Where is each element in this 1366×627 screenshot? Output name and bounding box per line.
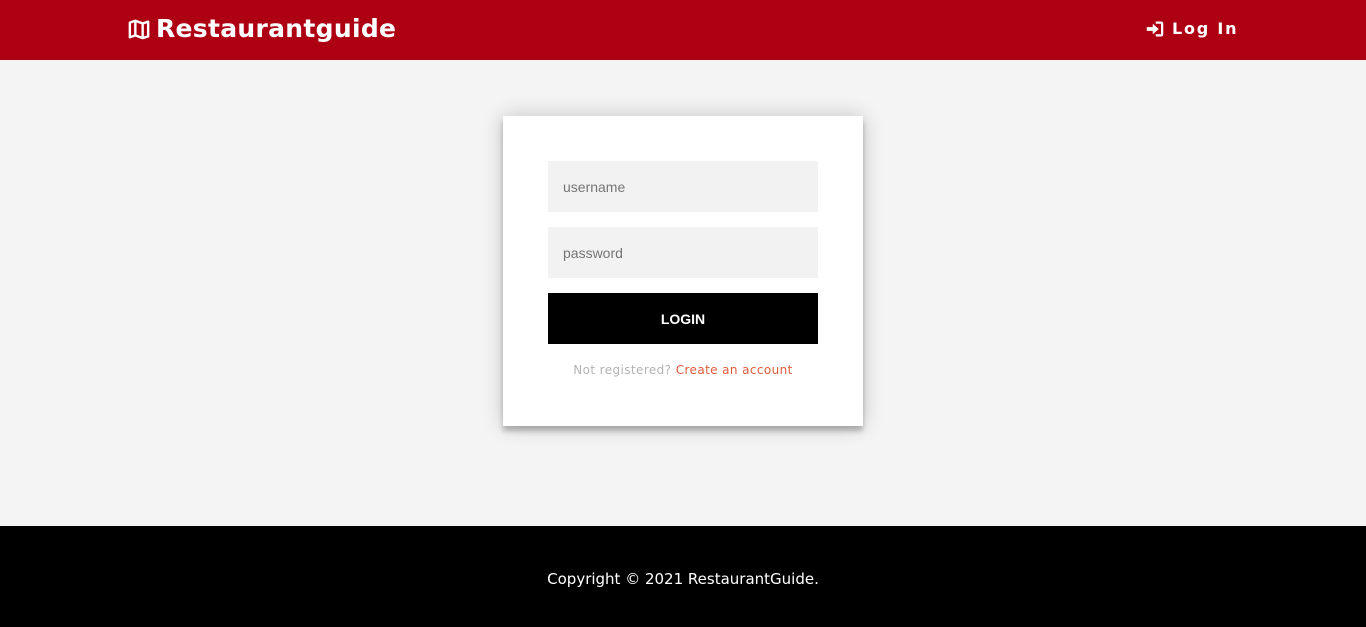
brand-name: Restaurantguide — [156, 14, 396, 44]
password-input[interactable] — [548, 227, 818, 278]
nav-login-link[interactable]: Log In — [1146, 19, 1238, 38]
brand-link[interactable]: Restaurantguide — [128, 14, 396, 44]
navbar: Restaurantguide Log In — [0, 0, 1366, 60]
register-prompt: Not registered? — [573, 363, 672, 377]
brand-prefix: Restaurant — [156, 14, 316, 43]
nav-login-label: Log In — [1172, 19, 1239, 38]
brand-suffix: guide — [315, 14, 397, 43]
create-account-link[interactable]: Create an account — [676, 363, 793, 377]
footer: Copyright © 2021 RestaurantGuide. — [0, 526, 1366, 627]
sign-in-icon — [1146, 20, 1164, 38]
register-message: Not registered? Create an account — [503, 363, 863, 377]
login-card: LOGIN Not registered? Create an account — [503, 116, 863, 426]
username-input[interactable] — [548, 161, 818, 212]
map-icon — [128, 18, 150, 40]
login-button[interactable]: LOGIN — [548, 293, 818, 344]
copyright-text: Copyright © 2021 RestaurantGuide. — [547, 570, 819, 588]
